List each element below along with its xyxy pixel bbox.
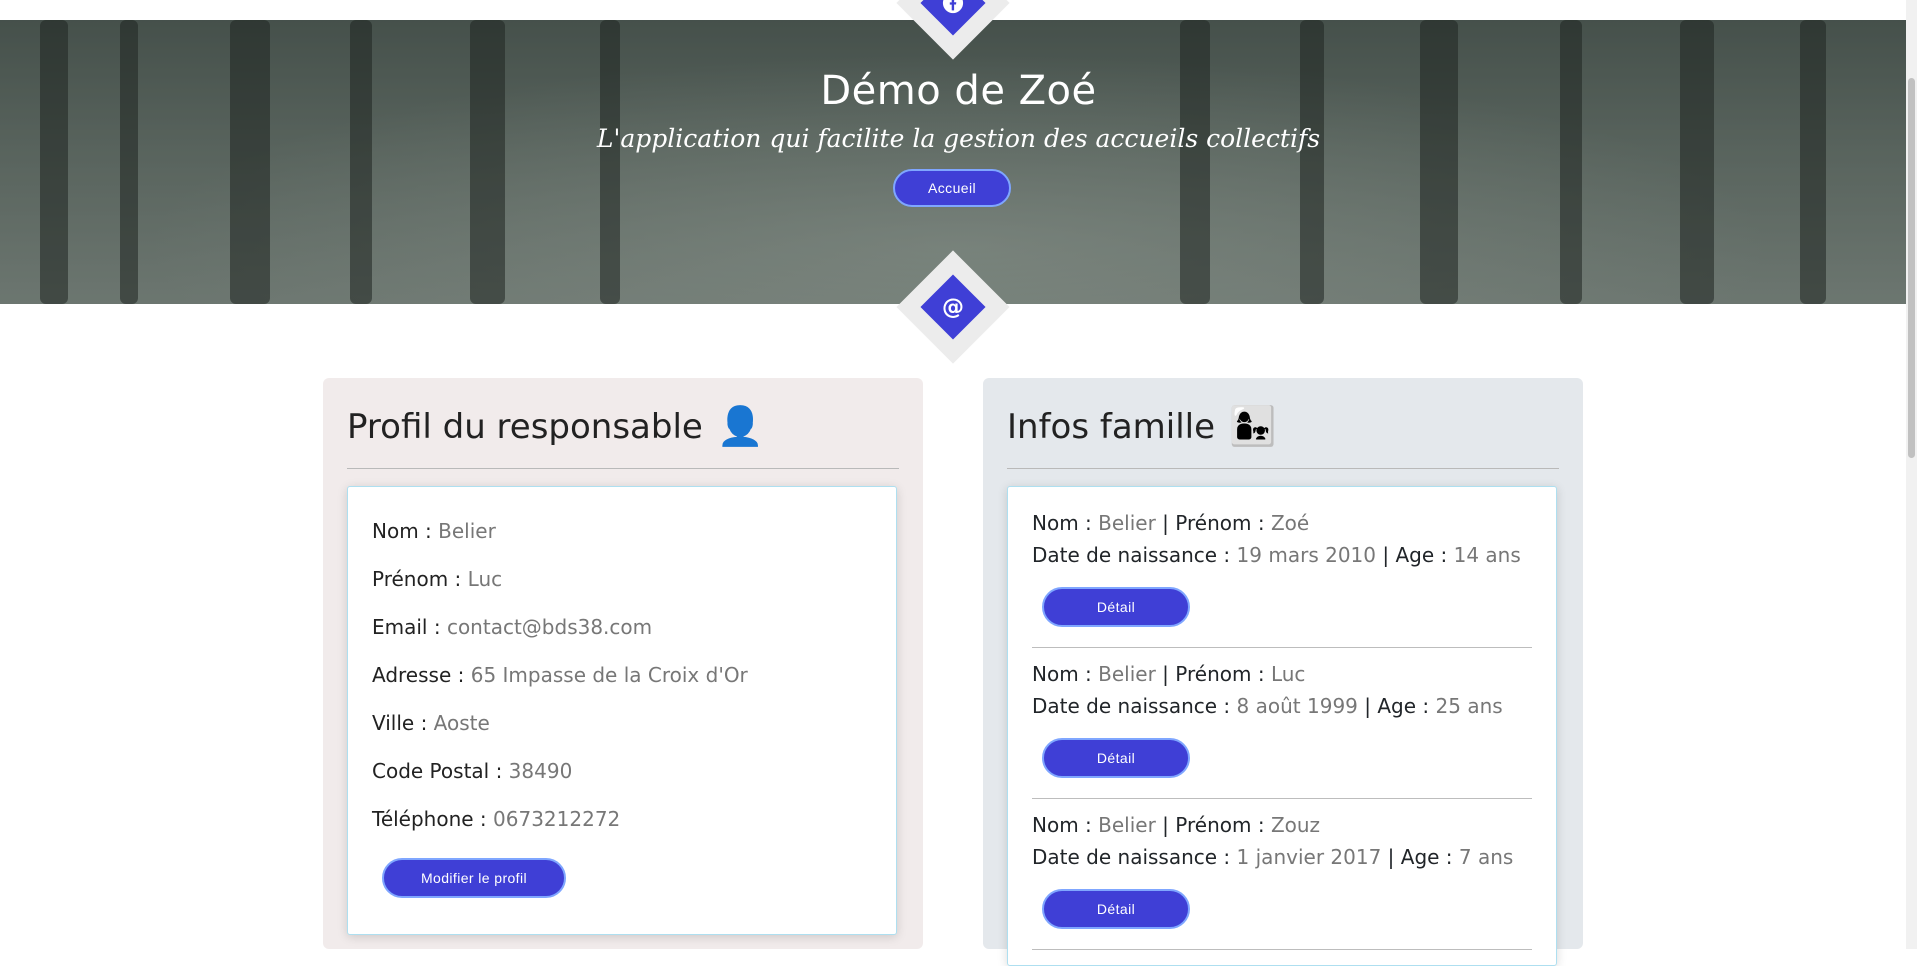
label-prenom: Prénom : bbox=[1175, 662, 1265, 686]
family-member: Nom : Belier | Prénom : Zoé Date de nais… bbox=[1032, 497, 1532, 648]
profile-title-text: Profil du responsable bbox=[347, 406, 703, 447]
detail-button[interactable]: Détail bbox=[1042, 738, 1190, 778]
divider bbox=[347, 468, 899, 469]
field-label: Ville : bbox=[372, 711, 428, 735]
family-member: Nom : Belier | Prénom : Luc Date de nais… bbox=[1032, 648, 1532, 799]
hero-title: Démo de Zoé bbox=[820, 68, 1097, 114]
field-value: contact@bds38.com bbox=[446, 615, 653, 639]
field-email: Email : contact@bds38.com bbox=[372, 615, 652, 639]
scrollbar[interactable] bbox=[1906, 0, 1917, 949]
field-label: Nom : bbox=[372, 519, 432, 543]
divider bbox=[1007, 468, 1559, 469]
hero-subtitle: L'application qui facilite la gestion de… bbox=[596, 124, 1321, 153]
member-nom: Belier bbox=[1098, 511, 1156, 535]
member-line-identity: Nom : Belier | Prénom : Zouz bbox=[1032, 813, 1320, 837]
member-line-birth: Date de naissance : 19 mars 2010 | Age :… bbox=[1032, 543, 1521, 567]
detail-button[interactable]: Détail bbox=[1042, 587, 1190, 627]
member-age: 14 ans bbox=[1453, 543, 1521, 567]
profile-card: Nom : Belier Prénom : Luc Email : contac… bbox=[347, 486, 897, 935]
user-icon: 👤 bbox=[716, 404, 765, 448]
label-age: Age : bbox=[1400, 845, 1453, 869]
facebook-icon bbox=[913, 0, 993, 43]
email-link[interactable]: @ bbox=[896, 250, 1010, 364]
label-prenom: Prénom : bbox=[1175, 511, 1265, 535]
member-naissance: 8 août 1999 bbox=[1236, 694, 1358, 718]
label-naissance: Date de naissance : bbox=[1032, 845, 1231, 869]
member-naissance: 19 mars 2010 bbox=[1236, 543, 1376, 567]
label-age: Age : bbox=[1377, 694, 1430, 718]
field-label: Prénom : bbox=[372, 567, 462, 591]
field-value: 0673212272 bbox=[493, 807, 621, 831]
separator: | bbox=[1387, 845, 1395, 869]
member-line-identity: Nom : Belier | Prénom : Luc bbox=[1032, 662, 1305, 686]
field-label: Code Postal : bbox=[372, 759, 503, 783]
field-prenom: Prénom : Luc bbox=[372, 567, 502, 591]
at-icon: @ bbox=[942, 294, 964, 320]
edit-profile-button[interactable]: Modifier le profil bbox=[382, 858, 566, 898]
member-naissance: 1 janvier 2017 bbox=[1236, 845, 1382, 869]
member-prenom: Luc bbox=[1270, 662, 1306, 686]
label-nom: Nom : bbox=[1032, 662, 1092, 686]
field-label: Email : bbox=[372, 615, 441, 639]
label-naissance: Date de naissance : bbox=[1032, 543, 1231, 567]
divider bbox=[1032, 949, 1532, 950]
facebook-link[interactable] bbox=[896, 0, 1010, 60]
member-line-birth: Date de naissance : 1 janvier 2017 | Age… bbox=[1032, 845, 1513, 869]
facebook-icon-svg bbox=[942, 0, 964, 14]
field-value: Belier bbox=[438, 519, 496, 543]
separator: | bbox=[1382, 543, 1390, 567]
label-nom: Nom : bbox=[1032, 511, 1092, 535]
member-age: 7 ans bbox=[1458, 845, 1514, 869]
family-icon: 👩‍👧 bbox=[1229, 404, 1277, 448]
member-nom: Belier bbox=[1098, 662, 1156, 686]
separator: | bbox=[1162, 813, 1169, 837]
label-prenom: Prénom : bbox=[1175, 813, 1265, 837]
field-adresse: Adresse : 65 Impasse de la Croix d'Or bbox=[372, 663, 748, 687]
field-label: Téléphone : bbox=[372, 807, 487, 831]
field-value: Luc bbox=[467, 567, 503, 591]
field-code-postal: Code Postal : 38490 bbox=[372, 759, 572, 783]
member-prenom: Zoé bbox=[1270, 511, 1310, 535]
scrollbar-thumb[interactable] bbox=[1908, 78, 1915, 458]
separator: | bbox=[1162, 511, 1169, 535]
member-line-birth: Date de naissance : 8 août 1999 | Age : … bbox=[1032, 694, 1503, 718]
member-line-identity: Nom : Belier | Prénom : Zoé bbox=[1032, 511, 1309, 535]
profile-panel: Profil du responsable 👤 Nom : Belier Pré… bbox=[323, 378, 923, 949]
field-value: Aoste bbox=[433, 711, 490, 735]
detail-button[interactable]: Détail bbox=[1042, 889, 1190, 929]
label-nom: Nom : bbox=[1032, 813, 1092, 837]
label-age: Age : bbox=[1395, 543, 1448, 567]
field-value: 38490 bbox=[508, 759, 573, 783]
member-prenom: Zouz bbox=[1270, 813, 1321, 837]
field-label: Adresse : bbox=[372, 663, 465, 687]
separator: | bbox=[1364, 694, 1372, 718]
field-nom: Nom : Belier bbox=[372, 519, 496, 543]
member-age: 25 ans bbox=[1435, 694, 1503, 718]
separator: | bbox=[1162, 662, 1169, 686]
field-ville: Ville : Aoste bbox=[372, 711, 490, 735]
profile-title: Profil du responsable 👤 bbox=[347, 404, 764, 449]
home-button[interactable]: Accueil bbox=[893, 169, 1011, 207]
family-card: Nom : Belier | Prénom : Zoé Date de nais… bbox=[1007, 486, 1557, 966]
family-title: Infos famille 👩‍👧 bbox=[1007, 404, 1276, 449]
member-nom: Belier bbox=[1098, 813, 1156, 837]
field-value: 65 Impasse de la Croix d'Or bbox=[470, 663, 748, 687]
family-title-text: Infos famille bbox=[1007, 406, 1216, 447]
field-telephone: Téléphone : 0673212272 bbox=[372, 807, 620, 831]
label-naissance: Date de naissance : bbox=[1032, 694, 1231, 718]
family-panel: Infos famille 👩‍👧 Nom : Belier | Prénom … bbox=[983, 378, 1583, 966]
family-member: Nom : Belier | Prénom : Zouz Date de nai… bbox=[1032, 799, 1532, 950]
